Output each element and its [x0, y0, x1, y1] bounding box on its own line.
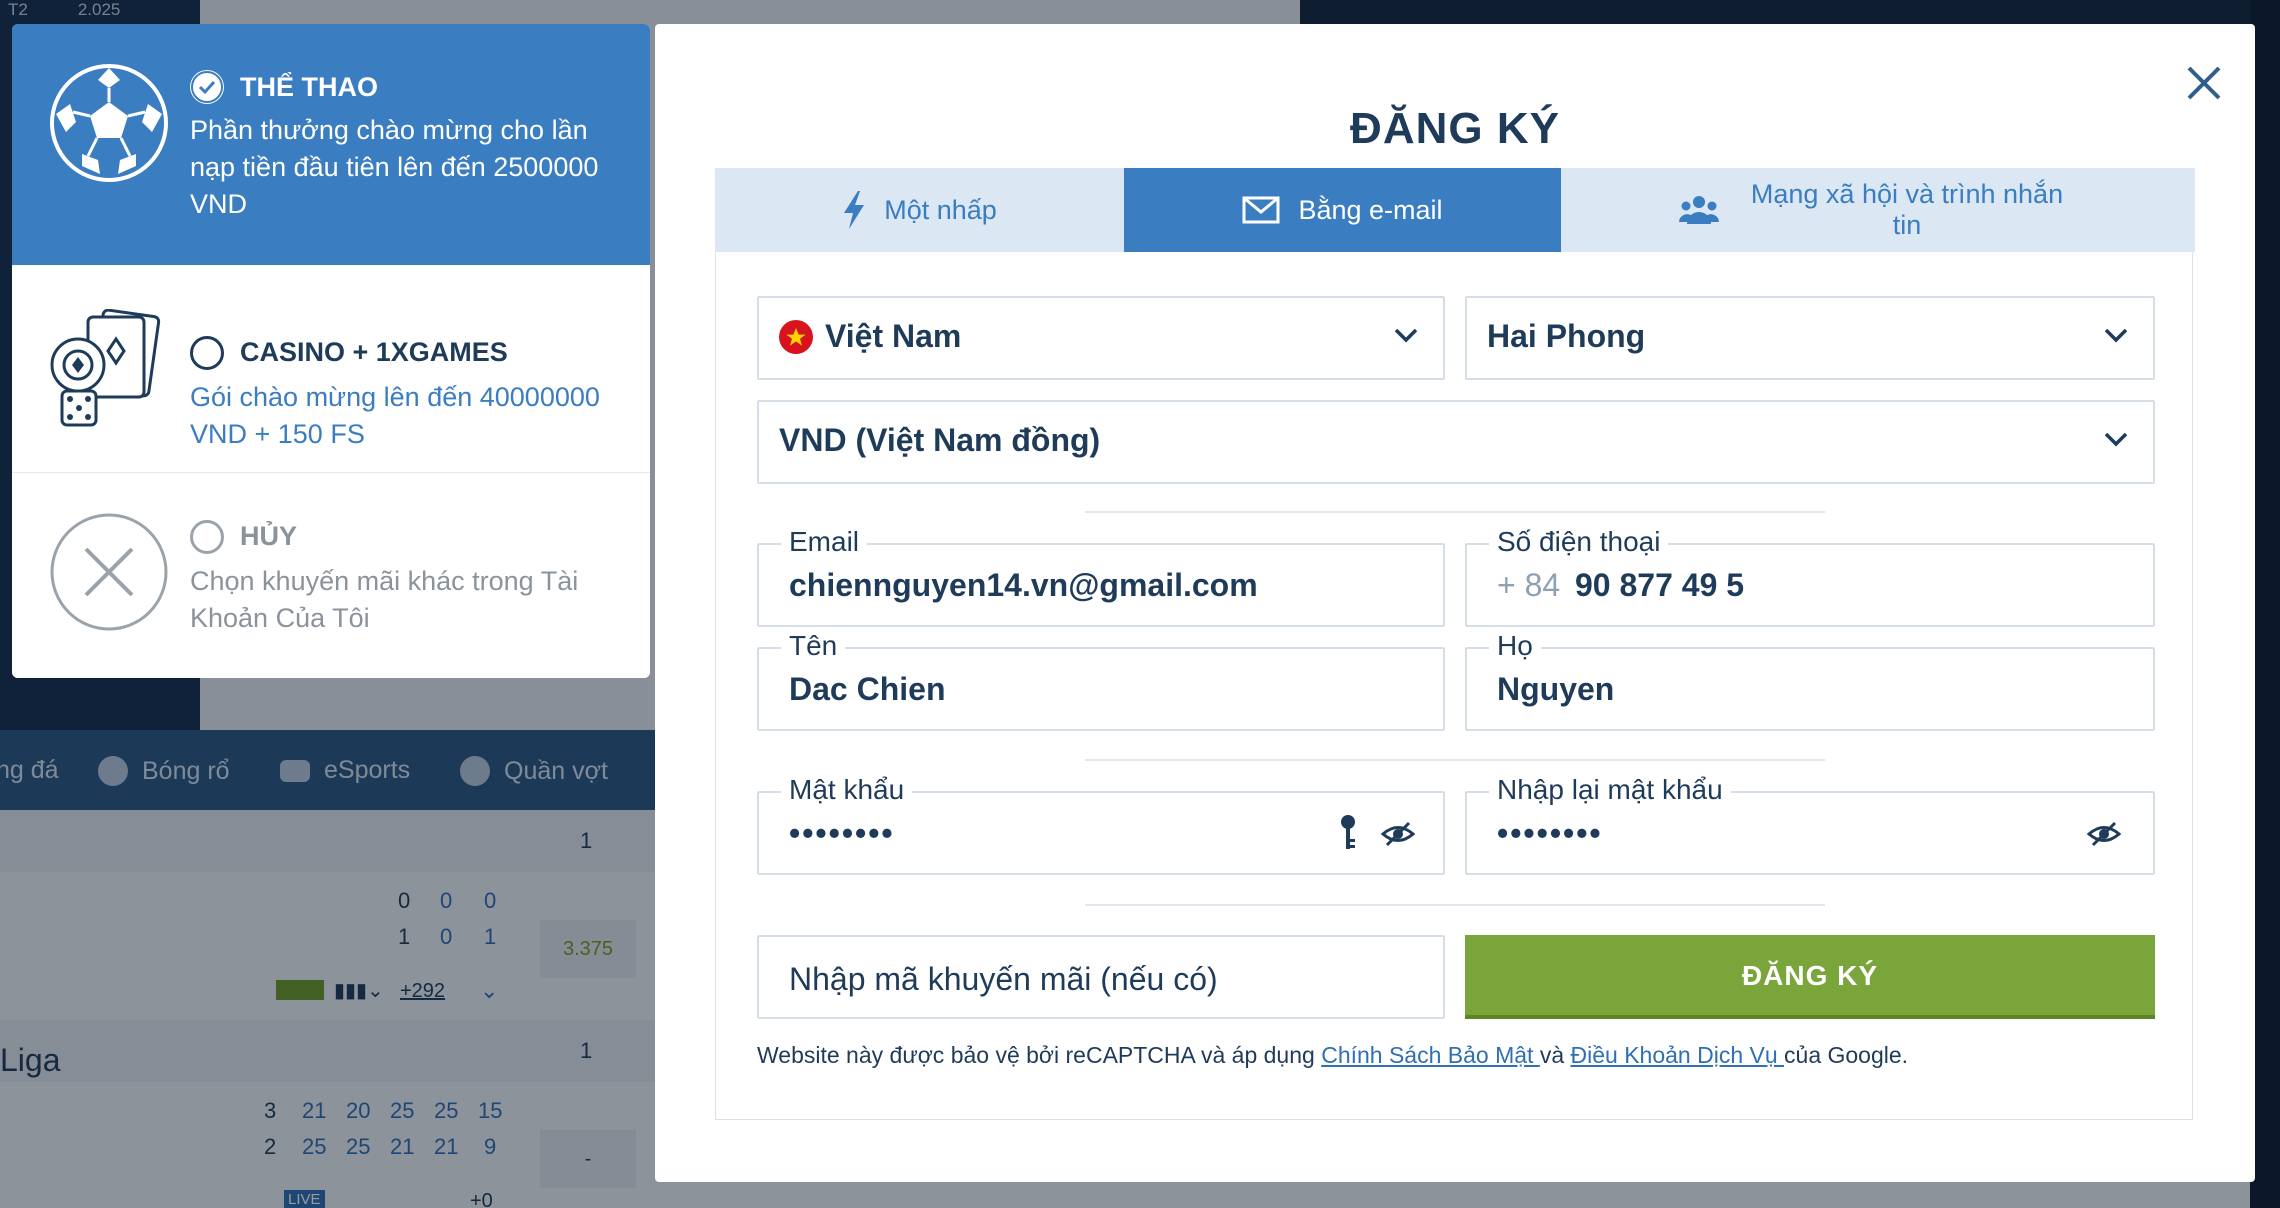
- bonus-option-sport[interactable]: THỂ THAO Phần thưởng chào mừng cho lần n…: [12, 24, 650, 265]
- bonus-radio-selected[interactable]: [190, 70, 224, 104]
- phone-value: 90 877 49 5: [1575, 567, 1745, 603]
- bonus-option-casino[interactable]: CASINO + 1XGAMES Gói chào mừng lên đến 4…: [12, 265, 650, 473]
- password-confirm-field[interactable]: Nhập lại mật khẩu ••••••••: [1465, 773, 2155, 875]
- tab-social-messengers[interactable]: Mạng xã hội và trình nhắn tin: [1561, 168, 2195, 252]
- password-value: ••••••••: [789, 815, 895, 851]
- bonus-selection-panel: THỂ THAO Phần thưởng chào mừng cho lần n…: [12, 24, 650, 678]
- promo-code-placeholder: Nhập mã khuyến mãi (nếu có): [789, 961, 1218, 997]
- registration-modal: ĐĂNG KÝ Một nhấp Bằng e-mail Mạng xã hội…: [655, 24, 2255, 1182]
- promo-code-input[interactable]: Nhập mã khuyến mãi (nếu có): [757, 935, 1445, 1019]
- phone-field[interactable]: Số điện thoại + 84 90 877 49 5: [1465, 525, 2155, 627]
- email-value: chiennguyen14.vn@gmail.com: [789, 567, 1258, 603]
- password-confirm-value: ••••••••: [1497, 815, 1603, 851]
- phone-label: Số điện thoại: [1489, 525, 1669, 559]
- country-select[interactable]: Việt Nam: [757, 296, 1445, 380]
- currency-value: VND (Việt Nam đồng): [779, 422, 1101, 458]
- first-name-field[interactable]: Tên Dac Chien: [757, 629, 1445, 731]
- currency-select[interactable]: VND (Việt Nam đồng): [757, 400, 2155, 484]
- chevron-down-icon: [2104, 432, 2128, 447]
- phone-country-code: + 84: [1497, 567, 1561, 603]
- bonus-description: Chọn khuyến mãi khác trong Tài Khoản Của…: [190, 566, 579, 633]
- eye-slash-icon[interactable]: [1381, 817, 1415, 851]
- recaptcha-text: của Google.: [1784, 1042, 1909, 1068]
- section-divider: [1085, 759, 1825, 761]
- email-field[interactable]: Email chiennguyen14.vn@gmail.com: [757, 525, 1445, 627]
- bonus-title: HỦY: [240, 521, 298, 551]
- key-icon[interactable]: [1337, 813, 1359, 853]
- casino-chips-cards-dice-icon: [50, 309, 161, 427]
- city-value: Hai Phong: [1487, 318, 1646, 354]
- bonus-option-cancel[interactable]: HỦY Chọn khuyến mãi khác trong Tài Khoản…: [12, 473, 650, 678]
- country-value: Việt Nam: [825, 318, 962, 354]
- modal-title: ĐĂNG KÝ: [1350, 104, 1560, 153]
- last-name-value: Nguyen: [1497, 671, 1615, 707]
- recaptcha-notice: Website này được bảo vệ bởi reCAPTCHA và…: [757, 1042, 1908, 1069]
- bonus-title: CASINO + 1XGAMES: [240, 337, 508, 367]
- register-button[interactable]: ĐĂNG KÝ: [1465, 935, 2155, 1019]
- last-name-field[interactable]: Họ Nguyen: [1465, 629, 2155, 731]
- section-divider: [1085, 904, 1825, 906]
- lightning-icon: [844, 191, 865, 229]
- vietnam-flag-icon: [779, 320, 813, 354]
- eye-slash-icon[interactable]: [2087, 817, 2121, 851]
- tab-label: Mạng xã hội và trình nhắn tin: [1750, 179, 2064, 240]
- bonus-description: Gói chào mừng lên đến 40000000 VND + 150…: [190, 382, 600, 449]
- password-label: Mật khẩu: [781, 773, 913, 807]
- bonus-radio[interactable]: [190, 336, 224, 370]
- tab-one-click[interactable]: Một nhấp: [715, 168, 1124, 252]
- recaptcha-text: và: [1539, 1042, 1571, 1068]
- bonus-title: THỂ THAO: [240, 72, 378, 102]
- password-confirm-label: Nhập lại mật khẩu: [1489, 773, 1731, 807]
- email-label: Email: [781, 525, 868, 559]
- password-field[interactable]: Mật khẩu ••••••••: [757, 773, 1445, 875]
- terms-of-service-link[interactable]: Điều Khoản Dịch Vụ: [1571, 1042, 1785, 1068]
- tab-by-email[interactable]: Bằng e-mail: [1124, 168, 1561, 252]
- close-icon[interactable]: [2183, 62, 2225, 104]
- chevron-down-icon: [1394, 328, 1418, 343]
- tab-label: Bằng e-mail: [1298, 194, 1443, 225]
- registration-tabs: Một nhấp Bằng e-mail Mạng xã hội và trìn…: [715, 168, 2195, 252]
- section-divider: [1085, 511, 1825, 513]
- bonus-description: Phần thưởng chào mừng cho lần nạp tiền đ…: [190, 115, 599, 219]
- chevron-down-icon: [2104, 328, 2128, 343]
- city-select[interactable]: Hai Phong: [1465, 296, 2155, 380]
- first-name-value: Dac Chien: [789, 671, 946, 707]
- people-icon: [1679, 196, 1719, 224]
- envelope-icon: [1242, 196, 1280, 224]
- bonus-radio[interactable]: [190, 520, 224, 554]
- soccer-ball-icon: [50, 64, 168, 182]
- cancel-x-icon: [50, 513, 168, 631]
- recaptcha-text: Website này được bảo vệ bởi reCAPTCHA và…: [757, 1042, 1322, 1068]
- tab-label: Một nhấp: [884, 194, 997, 225]
- first-name-label: Tên: [781, 629, 846, 663]
- last-name-label: Họ: [1489, 629, 1541, 663]
- privacy-policy-link[interactable]: Chính Sách Bảo Mật: [1321, 1042, 1540, 1068]
